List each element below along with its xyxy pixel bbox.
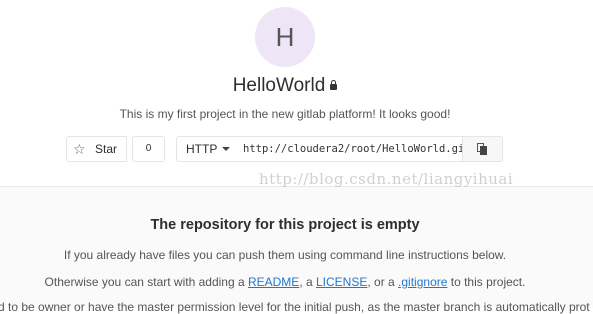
project-name: HelloWorld [232,75,326,96]
add-files-text: Otherwise you can start with adding a RE… [0,275,570,289]
separator-2: , or a [367,275,399,289]
clipboard-icon [477,143,487,155]
star-count[interactable]: 0 [132,136,165,162]
readme-link[interactable]: README [248,275,299,289]
gitignore-link[interactable]: .gitignore [398,275,447,289]
clone-url-input[interactable]: http://cloudera2/root/HelloWorld.git [235,136,470,162]
protocol-dropdown[interactable]: HTTP [176,136,236,162]
add-files-suffix: to this project. [447,275,526,289]
empty-repo-heading: The repository for this project is empty [150,217,420,233]
lock-icon [330,80,338,90]
copy-url-button[interactable] [462,136,503,162]
empty-repo-panel: The repository for this project is empty… [0,186,593,314]
project-title-row: HelloWorld [0,73,570,99]
permission-note-text: d to be owner or have the master permiss… [0,300,590,314]
add-files-prefix: Otherwise you can start with adding a [44,275,248,289]
chevron-down-icon [222,147,230,151]
project-description: This is my first project in the new gitl… [119,107,451,121]
star-button[interactable]: ☆ Star [66,136,127,162]
star-icon: ☆ [73,141,86,157]
star-label: Star [95,142,118,156]
separator-1: , a [299,275,316,289]
project-header: H HelloWorld This is my first project in… [0,0,593,186]
license-link[interactable]: LICENSE [316,275,367,289]
watermark: http://blog.csdn.net/liangyihuai [259,170,514,188]
protocol-label: HTTP [186,142,218,156]
push-instructions-text: If you already have files you can push t… [63,248,507,262]
project-avatar: H [255,7,315,67]
